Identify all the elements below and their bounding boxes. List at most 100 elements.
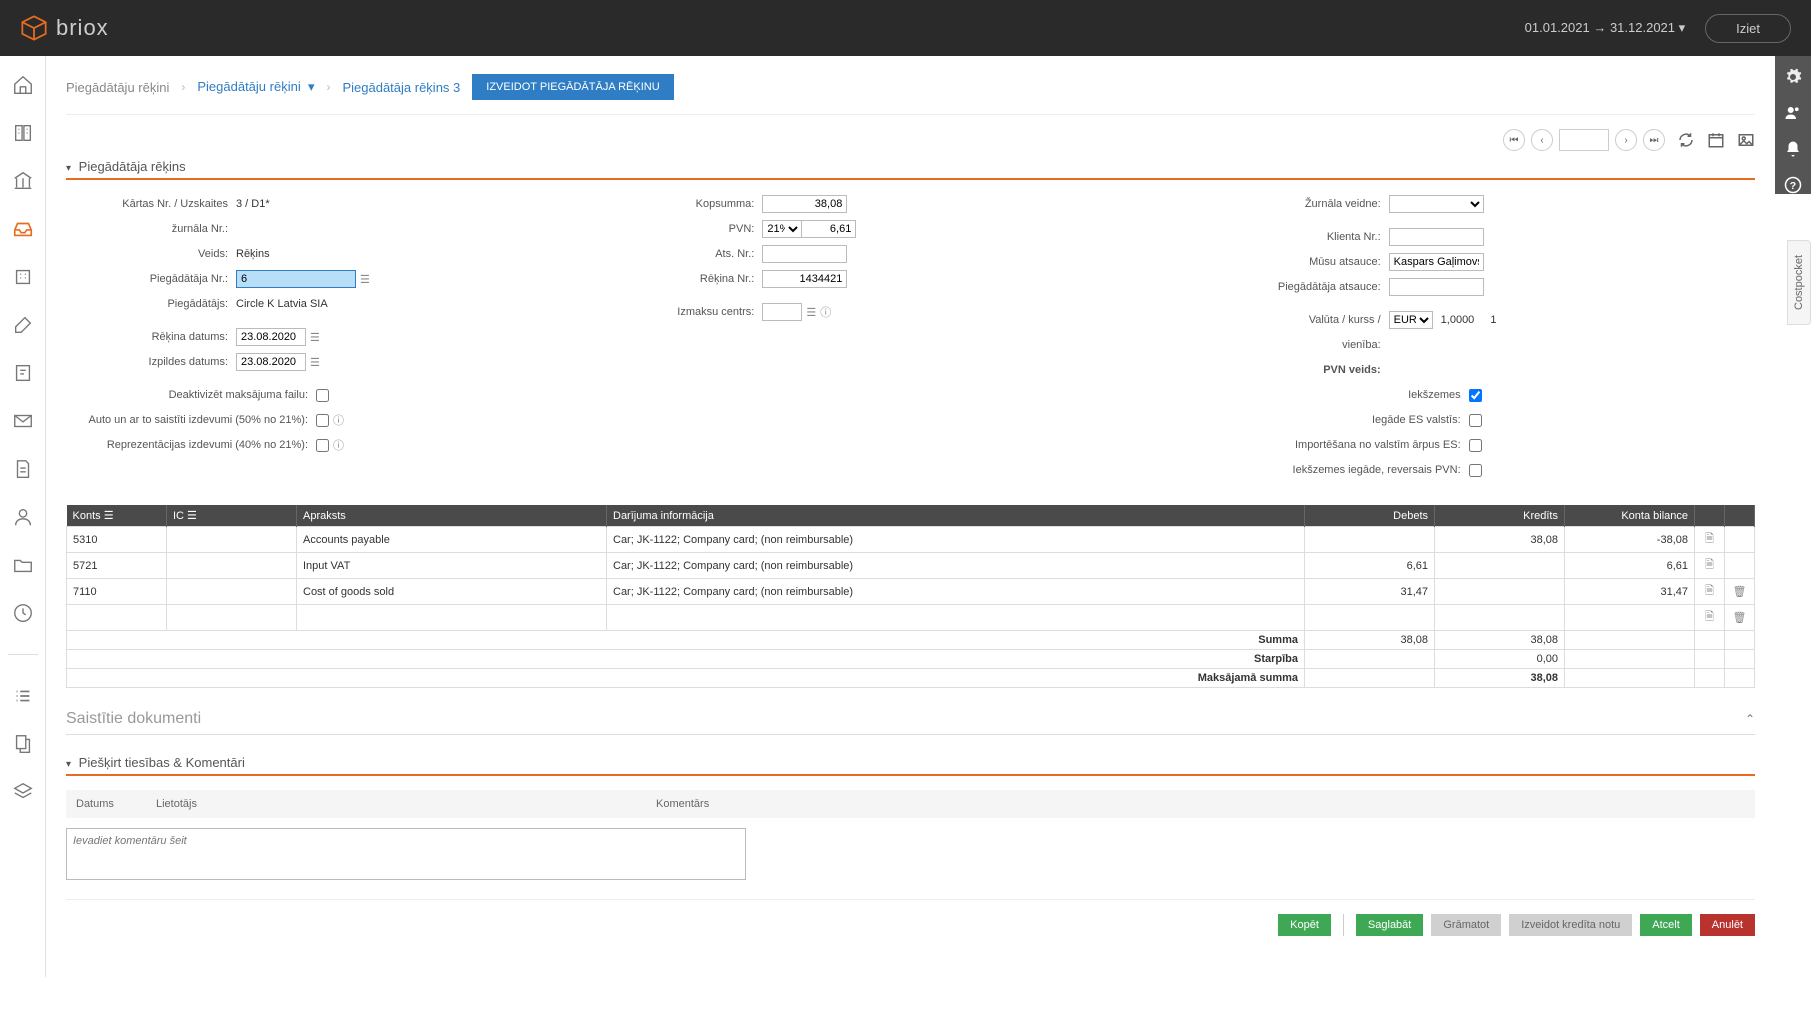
cell-account[interactable]: 5721 [67, 553, 167, 579]
th-balance[interactable]: Konta bilance [1565, 505, 1695, 527]
building-icon[interactable] [12, 266, 34, 288]
note-icon[interactable]: 🗎 [1705, 585, 1714, 597]
folder-icon[interactable] [12, 554, 34, 576]
cell-credit[interactable]: 38,08 [1435, 527, 1565, 553]
comment-textarea[interactable] [66, 828, 746, 880]
help-icon[interactable]: ? [1784, 176, 1802, 194]
image-icon[interactable] [1737, 131, 1755, 149]
select-vat-rate[interactable]: 21% [762, 220, 802, 238]
list-picker-icon[interactable]: ☰ [360, 273, 370, 286]
inbox-icon[interactable] [12, 218, 34, 240]
input-invno[interactable] [762, 270, 847, 288]
breadcrumb-l2[interactable]: Piegādātāja rēķins 3 [342, 80, 460, 95]
void-button[interactable]: Anulēt [1700, 914, 1755, 936]
table-row[interactable]: 5721 Input VAT Car; JK-1122; Company car… [67, 553, 1755, 579]
section-header[interactable]: ▾ Piegādātāja rēķins [66, 159, 1755, 180]
edit-icon[interactable] [12, 314, 34, 336]
rights-section-header[interactable]: ▾ Piešķirt tiesības & Komentāri [66, 755, 1755, 776]
input-vat[interactable] [801, 220, 856, 238]
cell-credit[interactable] [1435, 553, 1565, 579]
mail-icon[interactable] [12, 410, 34, 432]
th-account[interactable]: Konts ☰ [67, 505, 167, 527]
select-template[interactable] [1389, 195, 1484, 213]
copy-icon[interactable] [12, 733, 34, 755]
save-button[interactable]: Saglabāt [1356, 914, 1423, 936]
info-icon[interactable]: ⓘ [333, 437, 344, 453]
cell-ic[interactable] [167, 579, 297, 605]
cell-desc[interactable]: Accounts payable [297, 527, 607, 553]
related-documents-section[interactable]: Saistītie dokumenti ⌃ [66, 710, 1755, 735]
select-currency[interactable]: EUR [1389, 311, 1433, 329]
checkbox-auto[interactable] [316, 414, 329, 427]
pager-input[interactable] [1559, 129, 1609, 151]
clock-icon[interactable] [12, 602, 34, 624]
cell-desc[interactable]: Input VAT [297, 553, 607, 579]
input-client[interactable] [1389, 228, 1484, 246]
bell-icon[interactable] [1784, 140, 1802, 158]
users-icon[interactable] [1784, 104, 1802, 122]
input-total[interactable] [762, 195, 847, 213]
cell-debit[interactable] [1305, 527, 1435, 553]
cancel-button[interactable]: Atcelt [1640, 914, 1692, 936]
calendar-picker-icon[interactable]: ☰ [310, 356, 320, 369]
note-icon[interactable]: 🗎 [1705, 533, 1714, 545]
cell-trans[interactable]: Car; JK-1122; Company card; (non reimbur… [607, 527, 1305, 553]
checkbox-eu[interactable] [1469, 414, 1482, 427]
book-button[interactable]: Grāmatot [1431, 914, 1501, 936]
credit-note-button[interactable]: Izveidot kredīta notu [1509, 914, 1632, 936]
info-icon[interactable]: ⓘ [820, 304, 831, 320]
bank-icon[interactable] [12, 170, 34, 192]
cell-account[interactable]: 7110 [67, 579, 167, 605]
date-range-selector[interactable]: 01.01.2021 → 31.12.2021 ▾ [1525, 20, 1686, 36]
pager-prev-button[interactable]: ‹ [1531, 129, 1553, 151]
checkbox-domestic[interactable] [1469, 389, 1482, 402]
cell-ic[interactable] [167, 527, 297, 553]
cell-desc[interactable]: Cost of goods sold [297, 579, 607, 605]
cell-debit[interactable]: 31,47 [1305, 579, 1435, 605]
document-icon[interactable] [12, 458, 34, 480]
create-invoice-button[interactable]: IZVEIDOT PIEGĀDĀTĀJA RĒĶINU [472, 74, 673, 100]
pager-last-button[interactable]: ⏭ [1643, 129, 1665, 151]
cell-ic[interactable] [167, 553, 297, 579]
th-desc[interactable]: Apraksts [297, 505, 607, 527]
list-icon[interactable] [12, 685, 34, 707]
book-icon[interactable] [12, 122, 34, 144]
home-icon[interactable] [12, 74, 34, 96]
table-row-empty[interactable]: 🗎 🗑 [67, 605, 1755, 631]
input-supplier-no[interactable] [236, 270, 356, 288]
th-debit[interactable]: Debets [1305, 505, 1435, 527]
layers-icon[interactable] [12, 781, 34, 803]
person-icon[interactable] [12, 506, 34, 528]
pager-first-button[interactable]: ⏮ [1503, 129, 1525, 151]
checkbox-deactivate[interactable] [316, 389, 329, 402]
note-icon[interactable]: 🗎 [1705, 611, 1714, 623]
cell-account[interactable]: 5310 [67, 527, 167, 553]
note-icon[interactable]: 🗎 [1705, 559, 1714, 571]
table-row[interactable]: 5310 Accounts payable Car; JK-1122; Comp… [67, 527, 1755, 553]
th-trans[interactable]: Darījuma informācija [607, 505, 1305, 527]
cell-trans[interactable]: Car; JK-1122; Company card; (non reimbur… [607, 579, 1305, 605]
input-suppref[interactable] [1389, 278, 1484, 296]
pager-next-button[interactable]: › [1615, 129, 1637, 151]
costpocket-tab[interactable]: Costpocket [1787, 240, 1811, 325]
copy-button[interactable]: Kopēt [1278, 914, 1331, 936]
gear-icon[interactable] [1784, 68, 1802, 86]
input-costcenter[interactable] [762, 303, 802, 321]
logout-button[interactable]: Iziet [1705, 14, 1791, 43]
receipt-icon[interactable] [12, 362, 34, 384]
cell-credit[interactable] [1435, 579, 1565, 605]
breadcrumb-l1[interactable]: Piegādātāju rēķini ▾ [197, 79, 314, 95]
delete-icon[interactable]: 🗑 [1733, 612, 1747, 624]
calendar-picker-icon[interactable]: ☰ [310, 331, 320, 344]
list-picker-icon[interactable]: ☰ [806, 306, 816, 319]
refresh-icon[interactable] [1677, 131, 1695, 149]
delete-icon[interactable]: 🗑 [1733, 586, 1747, 598]
calendar-icon[interactable] [1707, 131, 1725, 149]
th-ic[interactable]: IC ☰ [167, 505, 297, 527]
checkbox-import[interactable] [1469, 439, 1482, 452]
th-credit[interactable]: Kredīts [1435, 505, 1565, 527]
info-icon[interactable]: ⓘ [333, 412, 344, 428]
input-ref[interactable] [762, 245, 847, 263]
input-ourref[interactable] [1389, 253, 1484, 271]
chevron-up-icon[interactable]: ⌃ [1745, 712, 1755, 726]
